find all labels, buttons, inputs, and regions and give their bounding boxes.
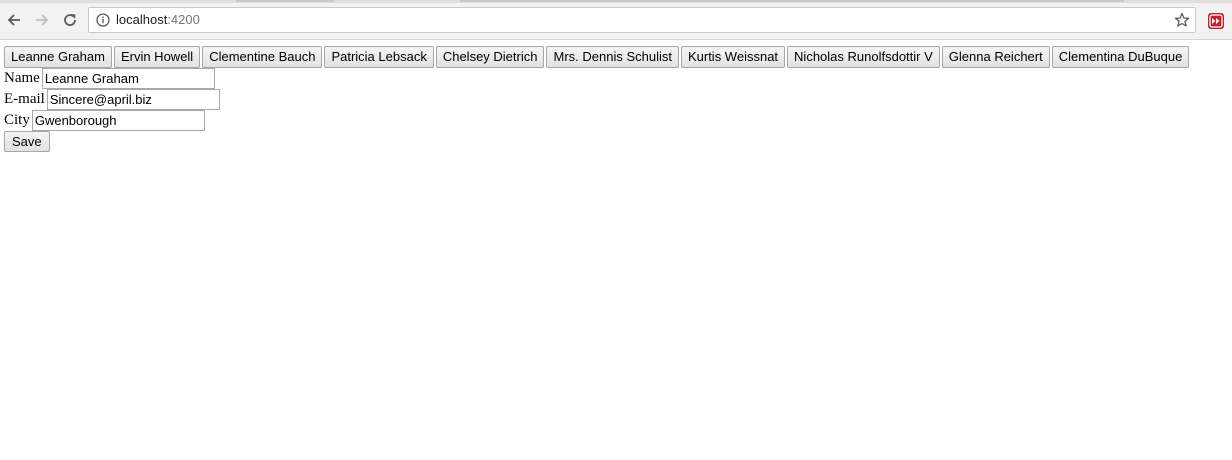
- name-row: Name: [4, 68, 1228, 89]
- user-button-clementine-bauch[interactable]: Clementine Bauch: [202, 46, 323, 68]
- email-field[interactable]: [46, 89, 220, 110]
- tab-edge: [460, 0, 1124, 2]
- email-row: E-mail: [4, 89, 1228, 110]
- user-button-patricia-lebsack[interactable]: Patricia Lebsack: [324, 46, 434, 68]
- user-button-glenna-reichert[interactable]: Glenna Reichert: [941, 46, 1050, 68]
- url-host: localhost: [116, 12, 168, 27]
- user-button-leanne-graham[interactable]: Leanne Graham: [4, 46, 112, 68]
- name-field[interactable]: [41, 68, 215, 89]
- forward-arrow-icon[interactable]: [30, 8, 54, 32]
- save-button[interactable]: Save: [4, 131, 50, 152]
- user-button-bar: Leanne Graham Ervin Howell Clementine Ba…: [4, 46, 1228, 68]
- page-content: Leanne Graham Ervin Howell Clementine Ba…: [4, 46, 1228, 152]
- user-button-nicholas-runolfsdottir[interactable]: Nicholas Runolfsdottir V: [787, 46, 940, 68]
- url-text: localhost:4200: [116, 12, 200, 28]
- city-label: City: [4, 112, 30, 128]
- extension-icon[interactable]: [1207, 12, 1225, 30]
- tab-edge: [236, 0, 334, 2]
- browser-toolbar: localhost:4200: [0, 3, 1232, 40]
- address-bar[interactable]: localhost:4200: [88, 7, 1196, 33]
- user-button-kurtis-weissnat[interactable]: Kurtis Weissnat: [680, 46, 786, 68]
- user-button-chelsey-dietrich[interactable]: Chelsey Dietrich: [435, 46, 545, 68]
- user-button-ervin-howell[interactable]: Ervin Howell: [113, 46, 201, 68]
- email-label: E-mail: [4, 91, 45, 107]
- user-button-clementina-dubuque[interactable]: Clementina DuBuque: [1051, 46, 1190, 68]
- url-port: :4200: [167, 12, 200, 27]
- user-button-dennis-schulist[interactable]: Mrs. Dennis Schulist: [546, 46, 679, 68]
- info-icon[interactable]: [96, 13, 110, 27]
- save-row: Save: [4, 131, 1228, 152]
- star-icon[interactable]: [1173, 11, 1191, 29]
- name-label: Name: [4, 70, 40, 86]
- reload-icon[interactable]: [58, 8, 82, 32]
- city-field[interactable]: [31, 110, 205, 131]
- city-row: City: [4, 110, 1228, 131]
- back-arrow-icon[interactable]: [2, 8, 26, 32]
